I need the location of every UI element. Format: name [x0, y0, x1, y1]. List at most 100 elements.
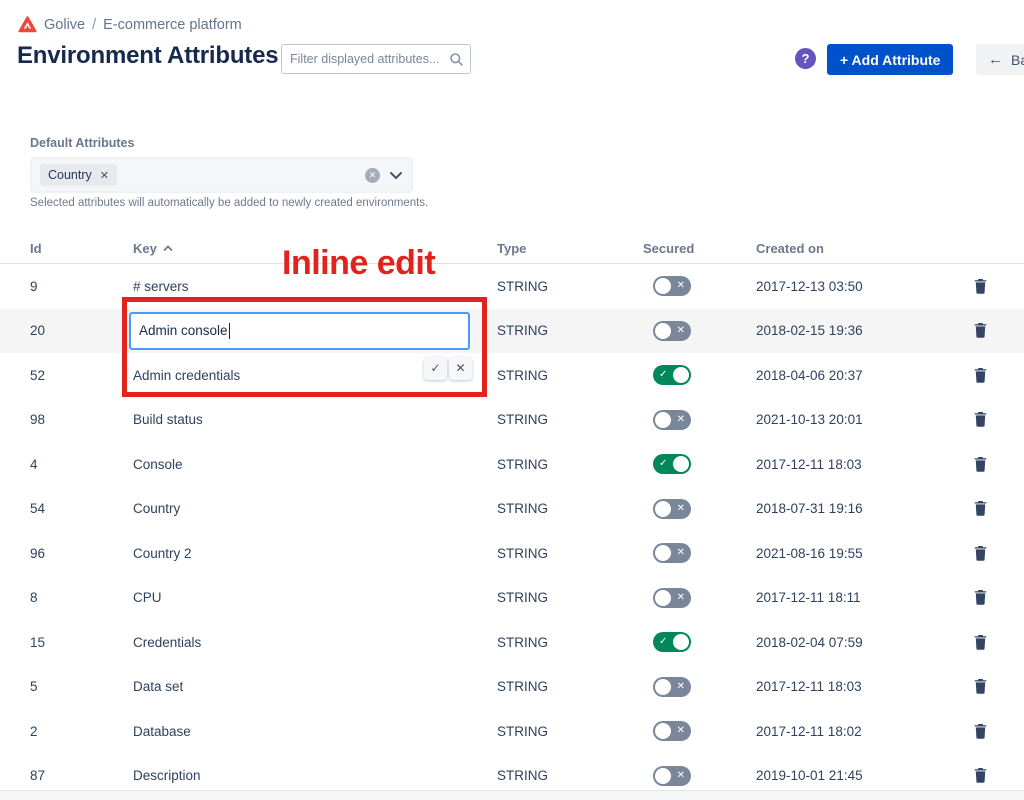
cell-secured: ✕: [643, 543, 756, 563]
environment-attributes-page: Golive / E-commerce platform Environment…: [0, 0, 1024, 800]
back-button[interactable]: ← Back: [976, 44, 1024, 75]
delete-attribute-button[interactable]: [972, 499, 989, 518]
cell-secured: ✕: [643, 677, 756, 697]
chevron-down-icon[interactable]: [389, 171, 403, 180]
toggle-cross-icon: ✕: [677, 682, 685, 692]
cell-key[interactable]: Credentials: [133, 635, 497, 650]
cell-id: 4: [30, 457, 133, 472]
delete-attribute-button[interactable]: [972, 277, 989, 296]
cell-secured: ✕: [643, 499, 756, 519]
cell-key[interactable]: Data set: [133, 679, 497, 694]
default-attributes-select[interactable]: Country ✕ ✕: [30, 157, 413, 193]
toggle-check-icon: ✓: [659, 370, 667, 380]
page-title: Environment Attributes: [17, 42, 278, 70]
delete-attribute-button[interactable]: [972, 633, 989, 652]
cell-key[interactable]: Admin console: [133, 312, 497, 350]
cell-secured: ✓: [643, 632, 756, 652]
cell-key[interactable]: Console: [133, 457, 497, 472]
table-row: 52 Admin credentials STRING ✓ 2018-04-06…: [0, 353, 1024, 398]
secured-toggle[interactable]: ✕: [653, 588, 691, 608]
table-header: Id Key Type Secured Created on: [0, 233, 1024, 264]
cell-key[interactable]: CPU: [133, 590, 497, 605]
toggle-knob: [673, 456, 689, 472]
column-header-key[interactable]: Key: [133, 241, 497, 256]
secured-toggle[interactable]: ✓: [653, 632, 691, 652]
cancel-edit-button[interactable]: ✕: [449, 357, 472, 380]
toggle-cross-icon: ✕: [677, 726, 685, 736]
cell-created: 2018-02-15 19:36: [756, 323, 946, 338]
table-row: 96 Country 2 STRING ✕ 2021-08-16 19:55: [0, 531, 1024, 576]
breadcrumb: Golive / E-commerce platform: [18, 16, 242, 33]
cell-key[interactable]: Country: [133, 501, 497, 516]
cell-key[interactable]: Database: [133, 724, 497, 739]
secured-toggle[interactable]: ✕: [653, 677, 691, 697]
cell-secured: ✕: [643, 721, 756, 741]
cell-created: 2017-12-11 18:02: [756, 724, 946, 739]
column-header-created[interactable]: Created on: [756, 241, 946, 256]
delete-attribute-button[interactable]: [972, 677, 989, 696]
column-header-type[interactable]: Type: [497, 241, 643, 256]
cell-created: 2017-12-11 18:11: [756, 590, 946, 605]
cell-created: 2018-07-31 19:16: [756, 501, 946, 516]
delete-attribute-button[interactable]: [972, 366, 989, 385]
cell-type: STRING: [497, 501, 643, 516]
delete-attribute-button[interactable]: [972, 588, 989, 607]
toggle-check-icon: ✓: [659, 637, 667, 647]
toggle-knob: [673, 367, 689, 383]
add-attribute-button[interactable]: + Add Attribute: [827, 44, 953, 75]
secured-toggle[interactable]: ✕: [653, 721, 691, 741]
secured-toggle[interactable]: ✕: [653, 543, 691, 563]
secured-toggle[interactable]: ✓: [653, 454, 691, 474]
column-header-id[interactable]: Id: [30, 241, 133, 256]
trash-icon: [974, 279, 987, 294]
breadcrumb-app[interactable]: Golive: [44, 17, 85, 33]
cell-key[interactable]: Build status: [133, 412, 497, 427]
table-row: 20 Admin console STRING ✕ 2018-02-15 19:…: [0, 309, 1024, 354]
delete-attribute-button[interactable]: [972, 455, 989, 474]
confirm-edit-button[interactable]: ✓: [424, 357, 447, 380]
cell-secured: ✕: [643, 321, 756, 341]
search-icon: [449, 52, 464, 67]
cell-created: 2018-02-04 07:59: [756, 635, 946, 650]
filter-input[interactable]: [290, 52, 449, 66]
toggle-check-icon: ✓: [659, 459, 667, 469]
table-row: 54 Country STRING ✕ 2018-07-31 19:16: [0, 487, 1024, 532]
cell-key[interactable]: # servers: [133, 279, 497, 294]
cell-type: STRING: [497, 323, 643, 338]
cell-key[interactable]: Description: [133, 768, 497, 783]
cell-type: STRING: [497, 635, 643, 650]
secured-toggle[interactable]: ✕: [653, 321, 691, 341]
delete-attribute-button[interactable]: [972, 544, 989, 563]
trash-icon: [974, 323, 987, 338]
column-header-secured[interactable]: Secured: [643, 241, 756, 256]
secured-toggle[interactable]: ✓: [653, 365, 691, 385]
inline-edit-input[interactable]: Admin console: [129, 312, 470, 350]
golive-logo-icon: [18, 16, 37, 33]
delete-attribute-button[interactable]: [972, 321, 989, 340]
table-body: 9 # servers STRING ✕ 2017-12-13 03:50 20…: [0, 264, 1024, 798]
delete-attribute-button[interactable]: [972, 410, 989, 429]
help-button[interactable]: ?: [795, 48, 816, 69]
table-row: 98 Build status STRING ✕ 2021-10-13 20:0…: [0, 398, 1024, 443]
cell-id: 96: [30, 546, 133, 561]
clear-selection-icon[interactable]: ✕: [365, 168, 380, 183]
breadcrumb-separator: /: [92, 17, 96, 33]
default-attributes-helper-text: Selected attributes will automatically b…: [30, 197, 428, 209]
filter-input-wrapper: [281, 44, 471, 74]
selected-attribute-chip: Country ✕: [40, 164, 117, 186]
delete-attribute-button[interactable]: [972, 722, 989, 741]
chip-remove-icon[interactable]: ✕: [100, 169, 109, 182]
secured-toggle[interactable]: ✕: [653, 276, 691, 296]
cell-id: 5: [30, 679, 133, 694]
secured-toggle[interactable]: ✕: [653, 766, 691, 786]
table-row: 2 Database STRING ✕ 2017-12-11 18:02: [0, 709, 1024, 754]
secured-toggle[interactable]: ✕: [653, 410, 691, 430]
breadcrumb-project[interactable]: E-commerce platform: [103, 17, 242, 33]
question-mark-icon: ?: [802, 51, 810, 66]
toggle-knob: [673, 634, 689, 650]
toggle-knob: [655, 679, 671, 695]
toggle-knob: [655, 501, 671, 517]
cell-key[interactable]: Country 2: [133, 546, 497, 561]
secured-toggle[interactable]: ✕: [653, 499, 691, 519]
delete-attribute-button[interactable]: [972, 766, 989, 785]
